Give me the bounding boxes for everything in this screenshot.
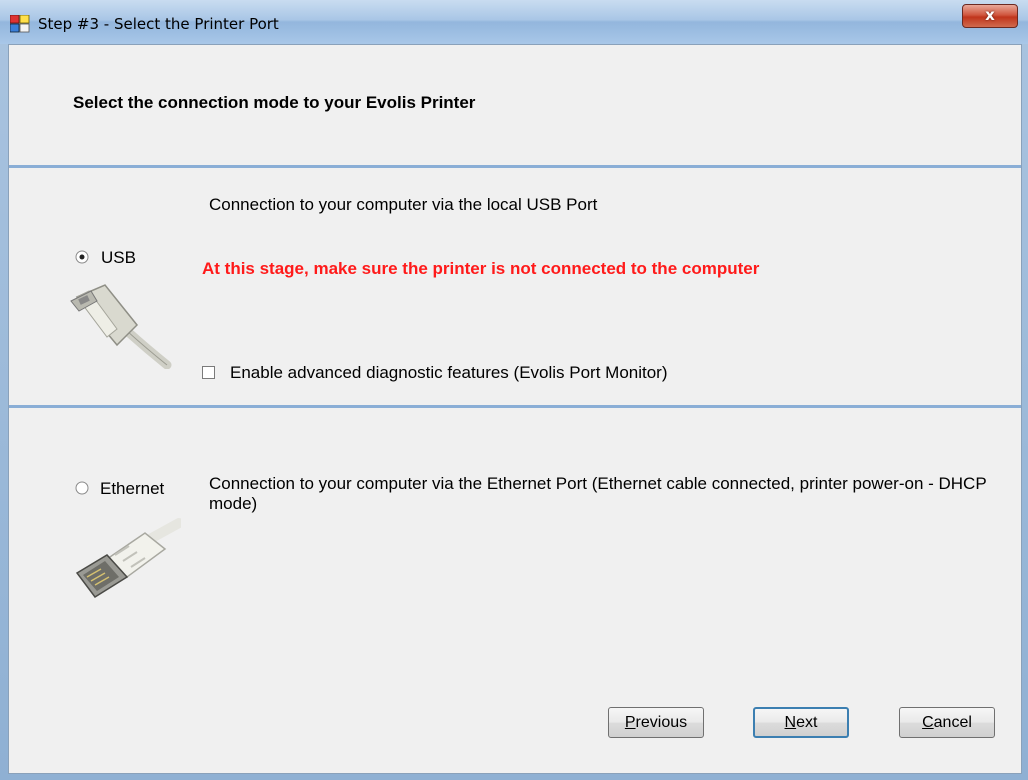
window-title: Step #3 - Select the Printer Port: [38, 15, 279, 33]
title-bar[interactable]: Step #3 - Select the Printer Port x: [0, 0, 1028, 44]
advanced-diagnostics-label[interactable]: Enable advanced diagnostic features (Evo…: [230, 363, 668, 383]
ethernet-radio[interactable]: [75, 481, 89, 495]
next-button[interactable]: Next: [753, 707, 849, 738]
usb-cable-icon: [70, 284, 172, 369]
next-button-mnemonic: N: [784, 714, 797, 731]
next-button-label: ext: [796, 714, 818, 731]
section-separator: [9, 405, 1021, 408]
usb-warning-text: At this stage, make sure the printer is …: [202, 259, 760, 278]
app-icon: [10, 15, 30, 33]
previous-button-label: revious: [635, 714, 688, 731]
header-separator: [9, 165, 1021, 168]
cancel-button[interactable]: Cancel: [899, 707, 995, 738]
dialog-window: Step #3 - Select the Printer Port x Sele…: [0, 0, 1028, 780]
advanced-diagnostics-checkbox[interactable]: [202, 366, 215, 379]
usb-radio-label[interactable]: USB: [101, 248, 136, 268]
previous-button-mnemonic: P: [624, 714, 636, 731]
usb-radio[interactable]: [75, 250, 89, 264]
ethernet-radio-label[interactable]: Ethernet: [100, 479, 164, 499]
ethernet-cable-icon: [75, 518, 181, 599]
page-title: Select the connection mode to your Evoli…: [73, 93, 476, 112]
cancel-button-mnemonic: C: [922, 714, 934, 731]
usb-description: Connection to your computer via the loca…: [209, 195, 598, 214]
cancel-button-label: ancel: [933, 714, 972, 731]
ethernet-description: Connection to your computer via the Ethe…: [209, 474, 987, 513]
close-button[interactable]: x: [962, 4, 1018, 28]
close-icon: x: [985, 6, 995, 24]
header-panel: Select the connection mode to your Evoli…: [9, 45, 1021, 165]
previous-button[interactable]: Previous: [608, 707, 704, 738]
dialog-content: Select the connection mode to your Evoli…: [8, 44, 1022, 774]
